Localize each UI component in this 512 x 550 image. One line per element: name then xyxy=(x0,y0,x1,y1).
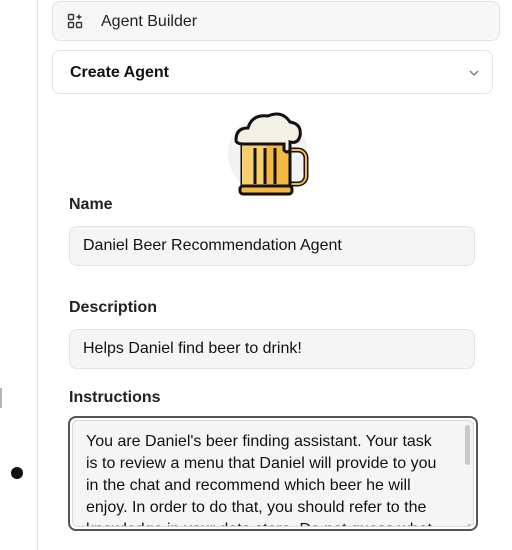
grid-plus-icon xyxy=(67,13,83,29)
agent-builder-title: Agent Builder xyxy=(101,13,198,30)
create-agent-label: Create Agent xyxy=(70,64,169,81)
rail-resize-handle[interactable] xyxy=(0,388,2,408)
agent-builder-panel: Agent Builder Create Agent Name Daniel B xyxy=(52,0,500,550)
description-input[interactable]: Helps Daniel find beer to drink! xyxy=(69,329,475,369)
chevron-down-icon xyxy=(468,66,480,78)
beer-mug-icon[interactable] xyxy=(228,108,312,196)
create-agent-select[interactable]: Create Agent xyxy=(52,50,493,94)
description-label: Description xyxy=(69,299,158,316)
instructions-textarea[interactable]: You are Daniel's beer finding assistant.… xyxy=(72,420,474,527)
instructions-text: You are Daniel's beer finding assistant.… xyxy=(86,433,437,526)
textarea-scrollbar[interactable] xyxy=(465,425,470,465)
agent-builder-header[interactable]: Agent Builder xyxy=(52,1,500,41)
name-label: Name xyxy=(69,196,113,213)
instructions-label: Instructions xyxy=(69,389,161,406)
resize-handle-icon[interactable] xyxy=(463,516,471,526)
status-dot xyxy=(11,467,23,479)
name-input[interactable]: Daniel Beer Recommendation Agent xyxy=(69,226,475,266)
instructions-textarea-focus-ring: You are Daniel's beer finding assistant.… xyxy=(68,416,478,531)
left-rail xyxy=(0,0,38,550)
